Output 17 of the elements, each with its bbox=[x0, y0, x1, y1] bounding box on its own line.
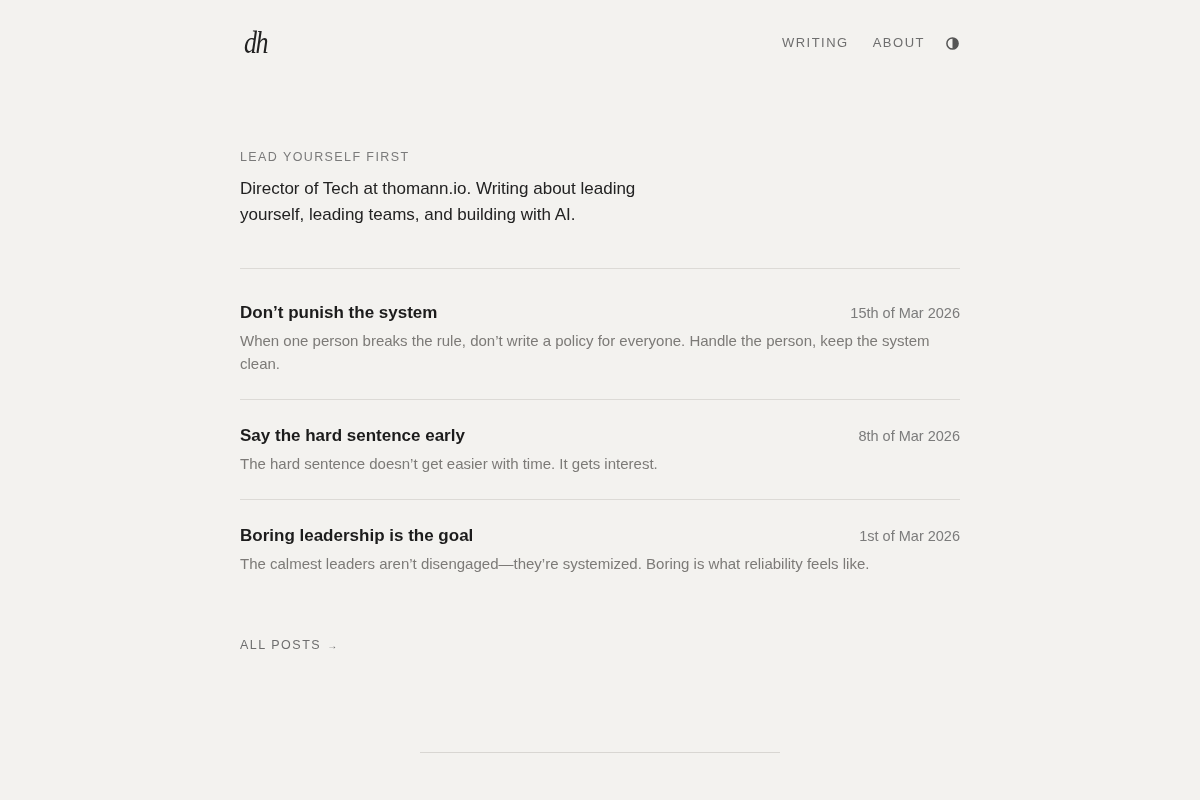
post-title-link[interactable]: Say the hard sentence early bbox=[240, 424, 465, 448]
contrast-icon bbox=[946, 36, 959, 50]
nav-link[interactable]: WRITING bbox=[781, 35, 849, 51]
post-date: 15th of Mar 2026 bbox=[850, 304, 960, 323]
post-excerpt: When one person breaks the rule, don’t write a policy for everyone. Handle the person, keep the system clean. bbox=[240, 331, 930, 374]
post-excerpt: The hard sentence doesn’t get easier with time. It gets interest. bbox=[240, 454, 659, 474]
tagline: LEAD YOURSELF FIRST bbox=[240, 149, 411, 165]
post-excerpt: The calmest leaders aren’t disengaged—they’re systemized. Boring is what reliability feels like. bbox=[240, 554, 871, 574]
post-date: 1st of Mar 2026 bbox=[859, 527, 960, 546]
post-title-link[interactable]: Boring leadership is the goal bbox=[240, 524, 474, 548]
all-posts-link[interactable]: ALL POSTS → bbox=[240, 637, 338, 654]
nav-link[interactable]: ABOUT bbox=[872, 35, 925, 51]
intro-paragraph: Director of Tech at thomann.io. Writing about leading yourself, leading teams, and building with AI. bbox=[240, 178, 637, 226]
post-date: 8th of Mar 2026 bbox=[858, 427, 960, 446]
theme-toggle-button[interactable] bbox=[945, 35, 960, 51]
logo-link[interactable]: dh bbox=[240, 24, 267, 62]
post-title-link[interactable]: Don’t punish the system bbox=[240, 301, 438, 325]
